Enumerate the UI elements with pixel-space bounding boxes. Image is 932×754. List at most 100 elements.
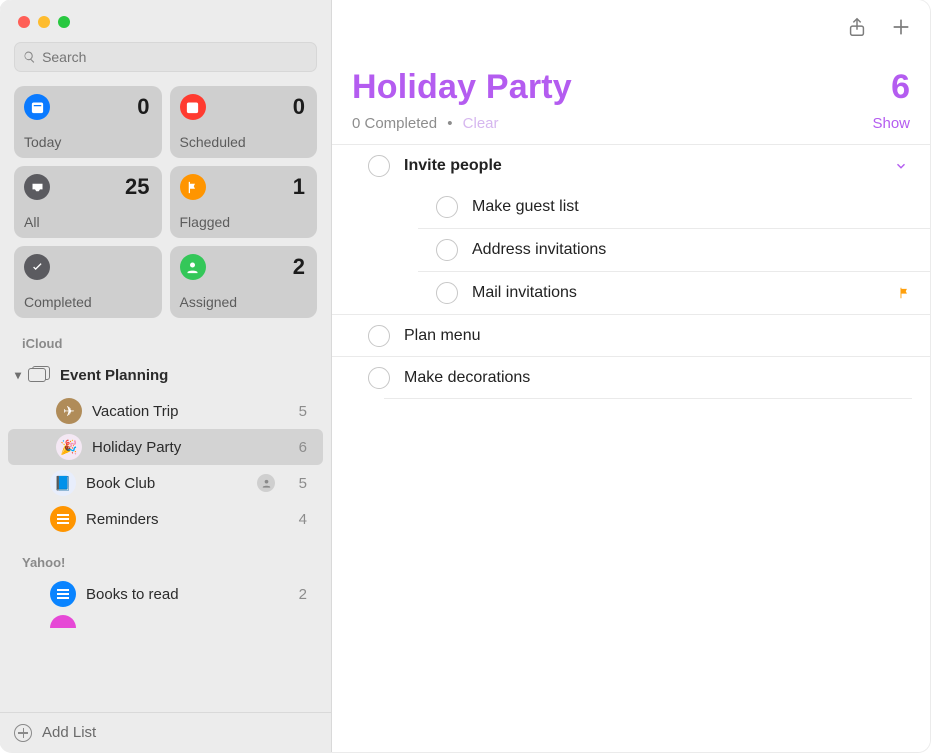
zoom-window-button[interactable] [58,16,70,28]
window-controls [0,0,331,42]
reminder-row[interactable]: Invite people [332,144,930,186]
minimize-window-button[interactable] [38,16,50,28]
list-total-count: 6 [891,68,910,107]
smart-list-assigned-count: 2 [293,254,305,280]
smart-list-all[interactable]: 25 All [14,166,162,238]
reminder-row[interactable]: Plan menu [332,314,930,356]
sidebar-list-count: 5 [281,403,307,420]
toolbar [332,0,930,54]
end-rule [384,398,912,399]
smart-list-scheduled[interactable]: 0 Scheduled [170,86,318,158]
smart-list-completed-label: Completed [24,294,150,310]
list-lines-icon [50,581,76,607]
reminders-window: 0 Today 0 Scheduled 25 [0,0,930,752]
separator-dot: • [447,115,452,132]
sidebar-list-label: Reminders [86,511,281,528]
airplane-icon: ✈︎ [56,398,82,424]
calendar-icon [180,94,206,120]
show-completed-button[interactable]: Show [872,115,910,132]
complete-toggle[interactable] [368,367,390,389]
shared-indicator-icon [257,474,275,492]
smart-list-all-count: 25 [125,174,149,200]
sidebar-list-reminders[interactable]: Reminders 4 [8,501,323,537]
reminder-subtask-row[interactable]: Make guest list [332,186,930,228]
completed-summary: 0 Completed • Clear [352,115,499,132]
sidebar-list-books-to-read[interactable]: Books to read 2 [8,576,323,612]
party-icon: 🎉 [56,434,82,460]
reminder-title[interactable]: Plan menu [404,327,912,345]
reminder-title[interactable]: Mail invitations [472,284,896,302]
list-lines-icon [50,506,76,532]
sidebar-list-label: Vacation Trip [92,403,281,420]
reminders-list: Invite people Make guest list Address in… [332,144,930,399]
smart-list-all-label: All [24,214,150,230]
list-subheader: 0 Completed • Clear Show [332,113,930,144]
lists-container: iCloud ▾ Event Planning ✈︎ Vacation Trip… [0,318,331,712]
list-group-event-planning[interactable]: ▾ Event Planning [0,357,331,393]
smart-list-today-label: Today [24,134,150,150]
account-header-yahoo: Yahoo! [0,537,331,576]
sidebar-list-label: Books to read [86,586,281,603]
person-icon [180,254,206,280]
smart-list-assigned-label: Assigned [180,294,306,310]
complete-toggle[interactable] [368,325,390,347]
completed-summary-text: 0 Completed [352,115,437,132]
smart-list-flagged-label: Flagged [180,214,306,230]
list-group-label: Event Planning [60,367,315,384]
reminder-title[interactable]: Address invitations [472,241,912,259]
sidebar-list-count: 2 [281,586,307,603]
smart-list-today[interactable]: 0 Today [14,86,162,158]
flag-icon [180,174,206,200]
plus-circle-icon [14,724,32,742]
smart-list-flagged-count: 1 [293,174,305,200]
search-field[interactable] [14,42,317,72]
smart-list-completed[interactable]: Completed [14,246,162,318]
reminder-title[interactable]: Invite people [404,157,890,175]
calendar-today-icon [24,94,50,120]
reminder-title[interactable]: Make decorations [404,369,912,387]
sidebar-list-holiday-party[interactable]: 🎉 Holiday Party 6 [8,429,323,465]
sidebar: 0 Today 0 Scheduled 25 [0,0,332,752]
sidebar-list-peek[interactable] [8,612,323,630]
sidebar-list-count: 4 [281,511,307,528]
reminder-subtask-row[interactable]: Address invitations [332,229,930,271]
add-reminder-button[interactable] [890,16,912,38]
search-input[interactable] [42,49,308,65]
main-panel: Holiday Party 6 0 Completed • Clear Show… [332,0,930,752]
share-button[interactable] [846,16,868,38]
account-header-icloud: iCloud [0,318,331,357]
tray-icon [24,174,50,200]
smart-list-today-count: 0 [137,94,149,120]
sidebar-list-label: Book Club [86,475,257,492]
sidebar-list-count: 6 [281,439,307,456]
sidebar-list-label: Holiday Party [92,439,281,456]
disclosure-triangle-icon[interactable]: ▾ [10,368,26,382]
list-color-icon [50,615,76,628]
list-title: Holiday Party [352,68,572,107]
chevron-down-icon[interactable] [890,159,912,173]
flag-icon[interactable] [896,286,912,300]
complete-toggle[interactable] [436,239,458,261]
reminder-row[interactable]: Make decorations [332,356,930,398]
sidebar-list-vacation-trip[interactable]: ✈︎ Vacation Trip 5 [8,393,323,429]
reminder-subtask-row[interactable]: Mail invitations [332,272,930,314]
close-window-button[interactable] [18,16,30,28]
complete-toggle[interactable] [368,155,390,177]
complete-toggle[interactable] [436,282,458,304]
complete-toggle[interactable] [436,196,458,218]
smart-list-scheduled-count: 0 [293,94,305,120]
smart-list-scheduled-label: Scheduled [180,134,306,150]
sidebar-list-book-club[interactable]: 📘 Book Club 5 [8,465,323,501]
list-header: Holiday Party 6 [332,54,930,113]
search-icon [23,50,36,64]
sidebar-list-count: 5 [281,475,307,492]
add-list-button[interactable]: Add List [0,712,331,752]
clear-completed-button: Clear [463,115,499,132]
reminder-title[interactable]: Make guest list [472,198,912,216]
group-stack-icon [28,366,52,384]
smart-list-assigned[interactable]: 2 Assigned [170,246,318,318]
smart-list-flagged[interactable]: 1 Flagged [170,166,318,238]
add-list-label: Add List [42,724,96,741]
book-icon: 📘 [50,470,76,496]
smart-lists-grid: 0 Today 0 Scheduled 25 [0,86,331,318]
